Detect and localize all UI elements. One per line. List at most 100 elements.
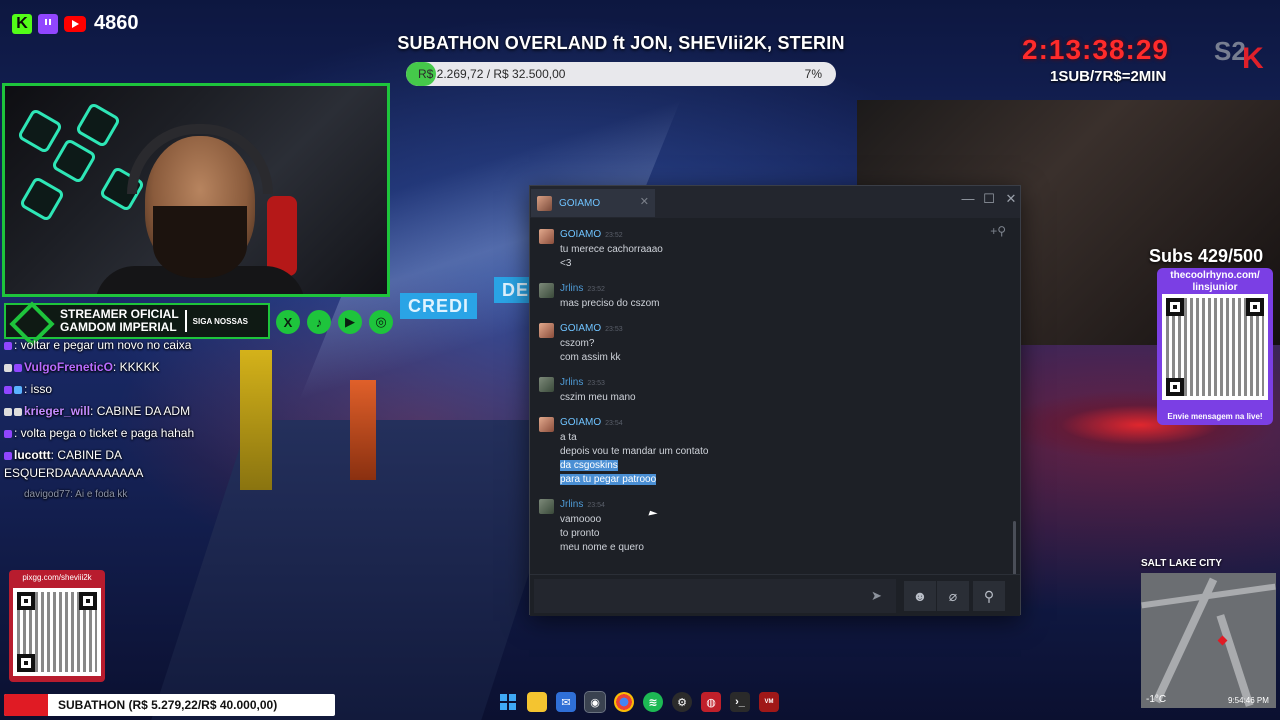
attach-button[interactable]: ⌀	[937, 581, 969, 611]
avatar	[539, 283, 554, 298]
youtube-icon	[64, 15, 86, 32]
message-line: vamoooo	[560, 514, 602, 525]
chat-user: davigod77	[24, 489, 71, 500]
sender-name[interactable]: Jrlins	[560, 283, 583, 294]
message-list[interactable]: GOIAMO 23:52 tu merece cachorraaao <3 Jrl…	[530, 222, 1020, 562]
window-titlebar[interactable]: GOIAMO ✕ — ☐ ✕	[530, 186, 1020, 218]
message-body: a ta depois vou te mandar um contato da …	[560, 431, 708, 487]
chat-message: VulgoFreneticO: KKKKK	[4, 358, 229, 376]
subathon-goal-bar: SUBATHON (R$ 5.279,22/R$ 40.000,00)	[4, 694, 335, 716]
sender-name[interactable]: GOIAMO	[560, 229, 601, 240]
selected-text[interactable]: para tu pegar patrooo	[560, 474, 657, 485]
follow-label: SIGA NOSSAS	[192, 316, 248, 326]
subathon-title: SUBATHON OVERLAND ft JON, SHEVIii2K, STE…	[397, 33, 845, 53]
subathon-timer: 2:13:38:29	[1022, 34, 1169, 65]
qr-finder	[1166, 298, 1184, 316]
avatar	[539, 229, 554, 244]
message-time: 23:52	[605, 232, 623, 239]
sender-name[interactable]: GOIAMO	[560, 417, 601, 428]
pix-donation-card: pixgg.com/sheviii2k	[9, 570, 105, 682]
s2k-logo: S2 K	[1214, 36, 1264, 72]
windows-icon[interactable]	[498, 692, 518, 712]
minimap-street	[1216, 614, 1254, 707]
qr-finder	[1246, 298, 1264, 316]
gaming-chair	[267, 196, 297, 276]
hex-light	[50, 137, 98, 185]
youtube-icon: ▶	[338, 310, 362, 334]
goal-progress-bar: R$ 2.269,72 / R$ 32.500,00 7%	[406, 62, 836, 86]
steam-chat-window[interactable]: GOIAMO ✕ — ☐ ✕ +⚲ GOIAMO 23:52 tu merece …	[529, 185, 1021, 616]
chat-text: : voltar e pegar um novo no caixa	[14, 338, 192, 352]
message-body: cszim meu mano	[560, 391, 636, 405]
message-input[interactable]	[534, 579, 896, 613]
message-line-selected[interactable]: da csgoskins	[560, 459, 708, 473]
message-line: tu merece cachorraaao	[560, 244, 663, 255]
badge-icon	[4, 363, 12, 372]
qr-finder	[79, 592, 97, 610]
qr-card-url-1: thecoolrhyno.com/	[1170, 270, 1260, 281]
message-body: vamoooo to pronto meu nome e quero	[560, 513, 644, 555]
chat-message: : voltar e pegar um novo no caixa	[4, 336, 229, 354]
subs-count: Subs 429/500	[1149, 246, 1264, 266]
gamdom-logo-icon	[12, 306, 46, 336]
emoji-button[interactable]: ☻	[904, 581, 936, 611]
minimize-button[interactable]: —	[957, 188, 979, 210]
pix-url: pixgg.com/sheviii2k	[22, 573, 92, 582]
minimap	[1141, 573, 1276, 708]
voicemeeter-icon[interactable]: VM	[759, 692, 779, 712]
chat-message: krieger_will: CABINE DA ADM	[4, 402, 229, 420]
sender-name[interactable]: Jrlins	[560, 499, 583, 510]
chat-user: VulgoFreneticO	[24, 360, 113, 374]
maximize-button[interactable]: ☐	[978, 188, 1000, 210]
close-window-button[interactable]: ✕	[1000, 188, 1022, 210]
message-line: cszom?	[560, 338, 595, 349]
toll-pillar	[240, 350, 272, 490]
badge-icon	[14, 385, 22, 394]
goal-percent: 7%	[804, 67, 822, 81]
message-time: 23:52	[587, 286, 605, 293]
obs-icon[interactable]: ◍	[701, 692, 721, 712]
headset	[127, 124, 273, 194]
badge-icon	[14, 407, 22, 416]
folder-icon[interactable]	[527, 692, 547, 712]
message-time: 23:54	[605, 420, 623, 427]
message-header: Jrlins 23:53	[560, 377, 605, 388]
message-header: GOIAMO 23:53	[560, 323, 623, 334]
message-qr-card: thecoolrhyno.com/ linsjunior Envie mensa…	[1157, 268, 1273, 425]
send-icon[interactable]: ➤	[871, 588, 882, 604]
steam-icon[interactable]: ◉	[584, 691, 606, 713]
qr-finder	[17, 654, 35, 672]
banner-text: STREAMER OFICIAL GAMDOM IMPERIAL	[60, 308, 179, 334]
settings-icon[interactable]: ⚙	[672, 692, 692, 712]
scrollbar[interactable]	[1013, 521, 1016, 576]
terminal-icon[interactable]: ›_	[730, 692, 750, 712]
minimap-time: 9:54:46 PM	[1228, 696, 1269, 705]
voice-button[interactable]: ⚲	[973, 581, 1005, 611]
message-line: mas preciso do cszom	[560, 298, 660, 309]
close-tab-icon[interactable]: ✕	[640, 195, 649, 208]
message-qr-code	[1162, 294, 1268, 400]
message-header: GOIAMO 23:52	[560, 229, 623, 240]
viewer-count: 4860	[94, 12, 139, 34]
gamdom-banner: STREAMER OFICIAL GAMDOM IMPERIAL SIGA NO…	[4, 303, 270, 339]
toll-barrier	[350, 380, 376, 480]
qr-card-url-2: linsjunior	[1192, 282, 1238, 293]
spotify-icon[interactable]: ≋	[643, 692, 663, 712]
sender-name[interactable]: Jrlins	[560, 377, 583, 388]
message-time: 23:54	[587, 502, 605, 509]
message-line-selected[interactable]: para tu pegar patrooo	[560, 473, 708, 487]
selected-text[interactable]: da csgoskins	[560, 460, 618, 471]
message-header: GOIAMO 23:54	[560, 417, 623, 428]
sender-name[interactable]: GOIAMO	[560, 323, 601, 334]
chrome-icon[interactable]	[614, 692, 634, 712]
hex-light	[16, 107, 64, 155]
tiktok-icon: ♪	[307, 310, 331, 334]
chat-tab-goiamo[interactable]: GOIAMO ✕	[531, 189, 655, 217]
qr-finder	[1166, 378, 1184, 396]
svg-text:K: K	[1242, 42, 1264, 72]
chat-text: : CABINE DA ADM	[90, 404, 191, 418]
compose-area: ➤ ☻ ⌀ ⚲	[530, 574, 1020, 616]
app-icon[interactable]: ✉	[556, 692, 576, 712]
chat-tab-title: GOIAMO	[559, 197, 601, 209]
twitch-icon	[38, 13, 58, 34]
